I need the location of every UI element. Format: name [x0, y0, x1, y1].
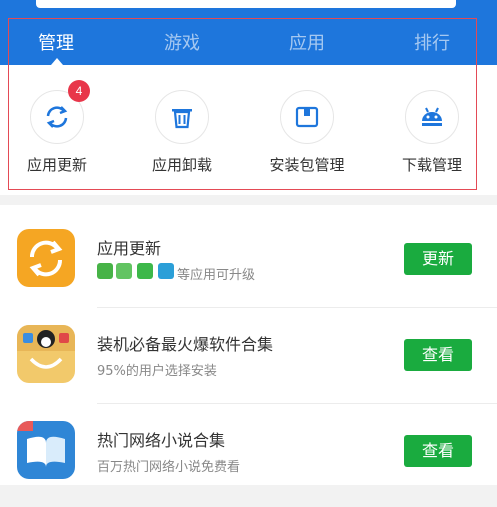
- list-item-title: 装机必备最火爆软件合集: [97, 335, 274, 354]
- bag-app-icon: [17, 325, 75, 383]
- update-button[interactable]: 更新: [404, 243, 472, 275]
- list-item-subtitle: 95%的用户选择安装: [97, 364, 217, 379]
- package-icon: [280, 90, 334, 144]
- tool-label: 应用更新: [26, 156, 87, 174]
- divider: [97, 403, 497, 404]
- tool-label: 下载管理: [401, 156, 462, 174]
- list-item-title: 应用更新: [97, 239, 162, 258]
- tab-games[interactable]: 游戏: [164, 29, 200, 55]
- top-header: 管理 游戏 应用 排行: [0, 0, 497, 65]
- list-item[interactable]: 应用更新 等应用可升级 更新: [0, 219, 497, 315]
- search-bar[interactable]: [36, 0, 456, 8]
- list-item-subtitle: 等应用可升级: [177, 268, 256, 283]
- view-button[interactable]: 查看: [404, 339, 472, 371]
- app-list: 应用更新 等应用可升级 更新 装机必备最火爆软件合集 95%的用户选择安装 查看: [0, 205, 497, 485]
- tab-ranking[interactable]: 排行: [414, 29, 450, 55]
- wechat-mini-icon: [97, 263, 113, 279]
- list-item-title: 热门网络小说合集: [97, 431, 226, 450]
- trash-icon: [155, 90, 209, 144]
- list-item[interactable]: 装机必备最火爆软件合集 95%的用户选择安装 查看: [0, 315, 497, 411]
- tab-indicator: [51, 58, 63, 65]
- tool-download-manage[interactable]: 下载管理: [377, 90, 487, 190]
- tab-manage[interactable]: 管理: [38, 29, 74, 55]
- tool-app-uninstall[interactable]: 应用卸载: [127, 90, 237, 190]
- tool-package-manage[interactable]: 安装包管理: [252, 90, 362, 190]
- app-mini-icon: [116, 263, 132, 279]
- tab-apps[interactable]: 应用: [289, 29, 325, 55]
- list-item-subtitle: 百万热门网络小说免费看: [97, 460, 241, 475]
- list-item[interactable]: 热门网络小说合集 百万热门网络小说免费看 查看: [0, 411, 497, 507]
- app-mini-icon: [158, 263, 174, 279]
- app-mini-icon: [137, 263, 153, 279]
- tool-label: 安装包管理: [269, 156, 345, 174]
- update-count-badge: 4: [68, 80, 90, 102]
- view-button[interactable]: 查看: [404, 435, 472, 467]
- refresh-app-icon: [17, 229, 75, 287]
- book-app-icon: [17, 421, 75, 479]
- tool-app-update[interactable]: 应用更新: [2, 90, 112, 190]
- tool-label: 应用卸载: [151, 156, 212, 174]
- divider: [97, 307, 497, 308]
- android-icon: [405, 90, 459, 144]
